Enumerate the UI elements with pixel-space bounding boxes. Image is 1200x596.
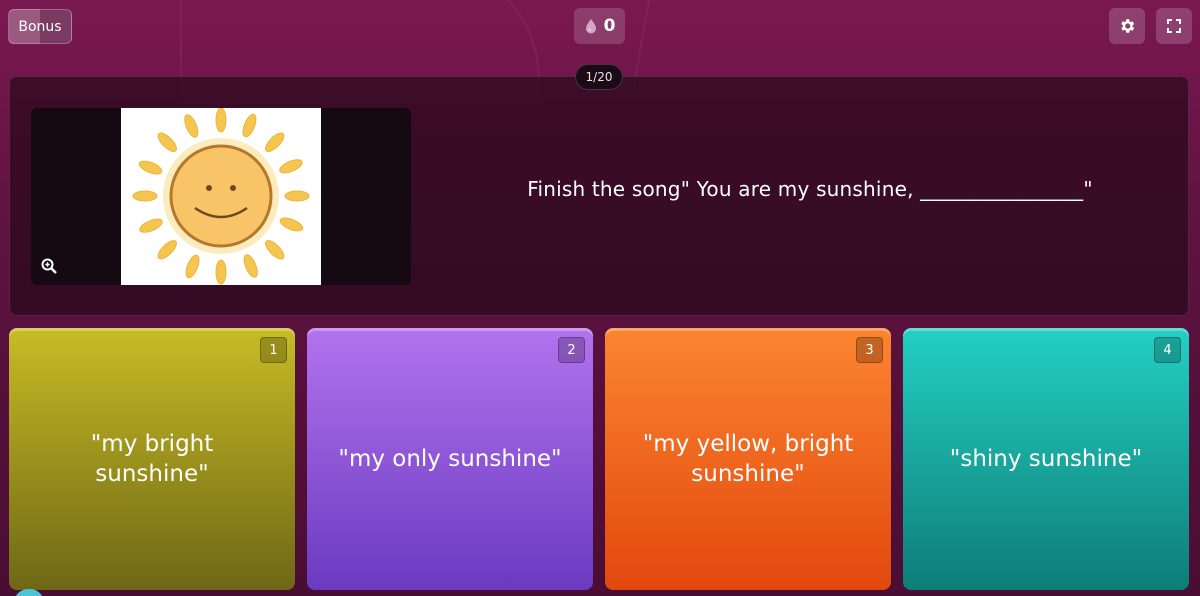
zoom-in-icon [41, 258, 57, 274]
answer-option-3[interactable]: 3 "my yellow, bright sunshine" [605, 328, 891, 590]
zoom-button[interactable] [39, 256, 59, 276]
settings-button[interactable] [1109, 8, 1145, 44]
gear-icon [1121, 19, 1135, 33]
option-text: "my yellow, bright sunshine" [642, 431, 854, 487]
drop-icon [585, 19, 596, 34]
option-text: "my bright sunshine" [90, 431, 214, 487]
option-number: 2 [558, 337, 585, 363]
question-progress: 1/20 [575, 64, 623, 90]
question-media [31, 108, 411, 285]
answer-options: 1 "my bright sunshine" 2 "my only sunshi… [9, 328, 1191, 590]
option-number: 1 [260, 337, 287, 363]
question-text: Finish the song" You are my sunshine, __… [527, 177, 1093, 201]
answer-option-4[interactable]: 4 "shiny sunshine" [903, 328, 1189, 590]
answer-option-2[interactable]: 2 "my only sunshine" [307, 328, 593, 590]
smiling-sun-image[interactable] [121, 108, 321, 285]
option-text: "shiny sunshine" [949, 446, 1143, 472]
option-number: 4 [1154, 337, 1181, 363]
question-panel: Finish the song" You are my sunshine, __… [9, 76, 1189, 316]
option-text: "my only sunshine" [338, 446, 562, 472]
answer-option-1[interactable]: 1 "my bright sunshine" [9, 328, 295, 590]
option-number: 3 [856, 337, 883, 363]
fullscreen-icon [1167, 19, 1181, 33]
top-bar: Bonus 0 [0, 0, 1200, 60]
mascot-badge [14, 589, 44, 596]
points-value: 0 [603, 16, 616, 36]
points-counter: 0 [574, 8, 625, 44]
bonus-button[interactable]: Bonus [8, 9, 72, 44]
fullscreen-button[interactable] [1156, 8, 1192, 44]
